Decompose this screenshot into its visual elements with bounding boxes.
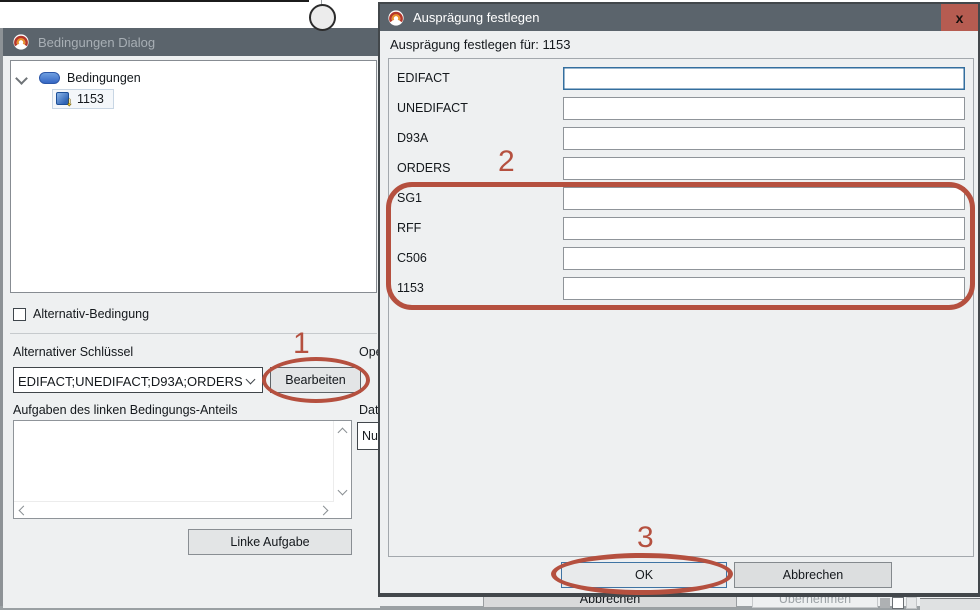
scroll-down-icon[interactable]: [338, 486, 348, 496]
field-input-orders[interactable]: [563, 157, 965, 180]
left-tasks-label: Aufgaben des linken Bedingungs-Anteils: [13, 403, 237, 417]
field-label-unedifact: UNEDIFACT: [397, 101, 468, 115]
alternativ-bedingung-label: Alternativ-Bedingung: [33, 307, 149, 321]
field-label-rff: RFF: [397, 221, 421, 235]
field-input-unedifact[interactable]: [563, 97, 965, 120]
edit-button-label: Bearbeiten: [285, 373, 345, 387]
cancel-button-label: Abbrechen: [783, 568, 843, 582]
apply-button-background-window[interactable]: Übernehmen: [752, 596, 878, 608]
app-logo-icon: [388, 10, 404, 26]
field-input-edifact[interactable]: [563, 67, 965, 90]
datatype-label-fragment: Dat: [359, 403, 378, 417]
combobox-value: EDIFACT;UNEDIFACT;D93A;ORDERS;S: [18, 374, 242, 389]
taskbar-fragment-light: [906, 597, 917, 609]
condition-group-icon: [39, 72, 60, 84]
left-task-button[interactable]: Linke Aufgabe: [188, 529, 352, 555]
field-input-1153[interactable]: [563, 277, 965, 300]
dialog-subtitle: Ausprägung festlegen für: 1153: [390, 37, 570, 52]
field-label-edifact: EDIFACT: [397, 71, 450, 85]
field-input-sg1[interactable]: [563, 187, 965, 210]
alternative-key-label: Alternativer Schlüssel: [13, 345, 133, 359]
tree-root-label: Bedingungen: [67, 71, 141, 85]
ok-button[interactable]: OK: [561, 562, 727, 588]
tree-node-1153[interactable]: ↓ 1153: [52, 89, 114, 109]
dialog-titlebar[interactable]: Ausprägung festlegen: [380, 4, 978, 31]
alternativ-bedingung-checkbox[interactable]: [13, 308, 26, 321]
field-input-d93a[interactable]: [563, 127, 965, 150]
down-arrow-icon: ↓: [67, 96, 73, 108]
app-logo-icon: [13, 34, 29, 50]
alternative-key-combobox[interactable]: EDIFACT;UNEDIFACT;D93A;ORDERS;S: [13, 367, 263, 393]
left-task-button-label: Linke Aufgabe: [230, 535, 309, 549]
diagram-node-circle: [309, 4, 336, 31]
taskbar-fragment-gray: [880, 598, 890, 608]
datatype-value-fragment: Nu: [362, 429, 378, 443]
scroll-right-icon[interactable]: [319, 506, 329, 516]
diagram-connector-line: [0, 0, 309, 2]
bedingungen-titlebar[interactable]: Bedingungen Dialog: [3, 28, 380, 56]
condition-item-icon: ↓: [56, 92, 69, 105]
field-label-1153: 1153: [397, 281, 424, 295]
section-divider: [10, 333, 377, 334]
window-title: Bedingungen Dialog: [38, 35, 155, 50]
taskbar-fragment-panel: [920, 598, 980, 610]
cancel-button-background-window[interactable]: Abbrechen: [483, 596, 737, 608]
dialog-title: Ausprägung festlegen: [413, 10, 539, 25]
vertical-scrollbar[interactable]: [333, 421, 351, 501]
field-label-c506: C506: [397, 251, 427, 265]
close-button[interactable]: x: [941, 4, 978, 31]
field-input-c506[interactable]: [563, 247, 965, 270]
field-label-orders: ORDERS: [397, 161, 450, 175]
edit-button[interactable]: Bearbeiten: [270, 367, 361, 393]
chevron-down-icon: [246, 375, 256, 385]
cancel-button-label: Abbrechen: [580, 596, 640, 606]
field-label-d93a: D93A: [397, 131, 428, 145]
field-input-rff[interactable]: [563, 217, 965, 240]
close-icon: x: [956, 11, 964, 25]
tree-child-label: 1153: [77, 92, 104, 106]
field-label-sg1: SG1: [397, 191, 422, 205]
scroll-left-icon[interactable]: [19, 506, 29, 516]
tree-node-root[interactable]: Bedingungen: [36, 69, 196, 89]
cancel-button[interactable]: Abbrechen: [734, 562, 892, 588]
taskbar-fragment-white: [892, 597, 904, 609]
apply-button-label: Übernehmen: [779, 596, 851, 606]
left-tasks-textarea[interactable]: [13, 420, 352, 519]
scroll-up-icon[interactable]: [338, 428, 348, 438]
ok-button-label: OK: [635, 568, 653, 582]
horizontal-scrollbar[interactable]: [14, 501, 334, 518]
